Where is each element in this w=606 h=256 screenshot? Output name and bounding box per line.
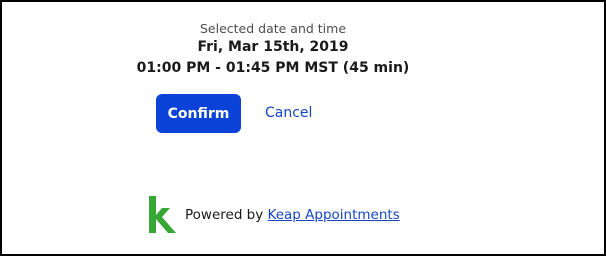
selected-time-range: 01:00 PM - 01:45 PM MST (45 min) (136, 60, 410, 76)
selected-date: Fri, Mar 15th, 2019 (197, 39, 349, 55)
appointment-confirmation-panel: Selected date and time Fri, Mar 15th, 20… (0, 0, 606, 256)
powered-by-footer: Powered by Keap Appointments (185, 207, 400, 223)
cancel-link[interactable]: Cancel (265, 105, 312, 121)
selected-caption: Selected date and time (199, 21, 347, 36)
powered-by-text: Powered by (185, 207, 264, 223)
confirm-button[interactable]: Confirm (156, 94, 241, 133)
keap-logo-icon (149, 196, 176, 233)
keap-appointments-link[interactable]: Keap Appointments (268, 207, 400, 223)
